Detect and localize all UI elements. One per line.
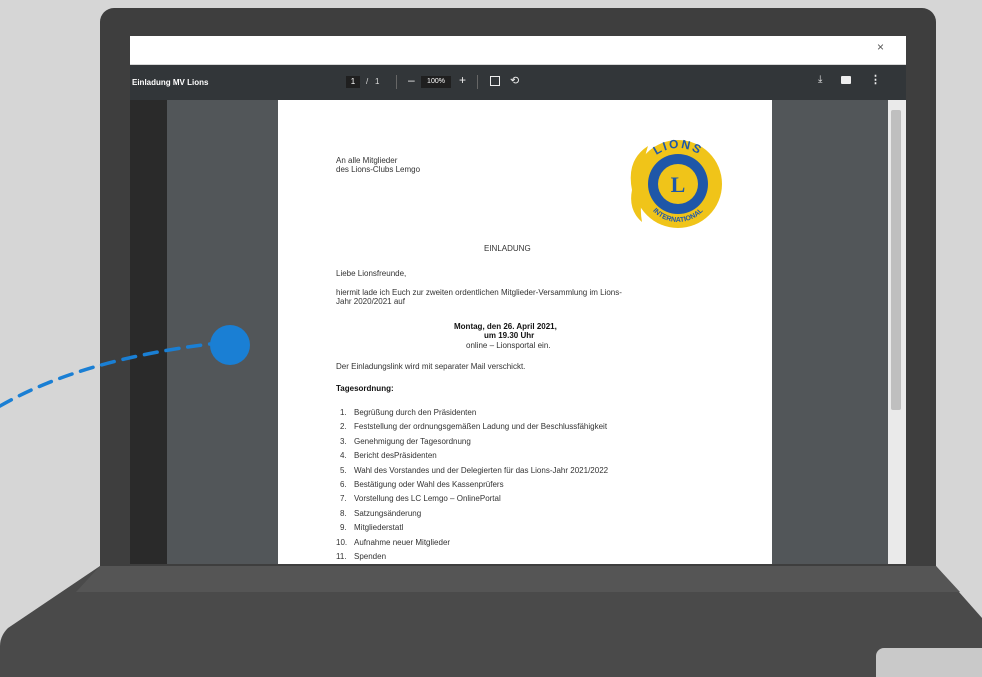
base-corner-patch — [876, 648, 982, 677]
agenda-item-number: 11. — [336, 552, 347, 561]
scrollbar-thumb[interactable] — [891, 110, 901, 410]
agenda-item-number: 4. — [340, 451, 347, 461]
agenda-item-number: 9. — [340, 523, 347, 533]
more-vert-icon[interactable]: ⋮ — [870, 73, 881, 86]
plus-icon[interactable]: + — [459, 73, 466, 87]
agenda-item-number: 7. — [340, 494, 347, 504]
agenda-title: Tagesordnung: — [336, 384, 394, 393]
zoom-level-input[interactable]: 100% — [421, 76, 451, 88]
link-note: Der Einladungslink wird mit separater Ma… — [336, 362, 526, 371]
document-title: Einladung MV Lions — [132, 78, 209, 87]
agenda-item-number: 2. — [340, 422, 347, 432]
connector-dot — [210, 325, 250, 365]
agenda-item-number: 1. — [340, 408, 347, 417]
connector-line — [0, 325, 250, 408]
close-icon[interactable]: × — [877, 40, 884, 54]
lions-logo: LIONS INTERNATIONAL L — [630, 137, 722, 228]
pdf-viewer-window: × Einladung MV Lions 1 / 1 – 100% + ⟲ ⤓ … — [130, 36, 906, 564]
toolbar-divider — [477, 75, 478, 89]
agenda-item: Begrüßung durch den Präsidenten — [354, 408, 477, 417]
page-separator: / — [366, 77, 369, 86]
agenda-item: Feststellung der ordnungsgemäßen Ladung … — [354, 422, 608, 432]
agenda-item: Aufnahme neuer Mitglieder — [354, 537, 451, 547]
agenda-item: Wahl des Vorstandes und der Delegierten … — [354, 465, 609, 475]
agenda-item: Mitgliederstatl — [354, 523, 404, 533]
pdf-page: An alle Mitglieder des Lions-Clubs Lemgo… — [278, 100, 772, 564]
agenda-item: Satzungsänderung — [354, 508, 422, 518]
rotate-icon[interactable]: ⟲ — [510, 74, 519, 87]
meeting-date: Montag, den 26. April 2021, — [454, 322, 557, 331]
print-icon[interactable] — [841, 76, 851, 84]
window-titlebar: × — [130, 36, 906, 65]
toolbar-divider — [396, 75, 397, 89]
intro-text: Jahr 2020/2021 auf — [336, 297, 405, 306]
document-heading: EINLADUNG — [484, 244, 531, 253]
agenda-item-number: 3. — [340, 436, 347, 446]
agenda-item-number: 6. — [340, 480, 347, 489]
agenda-item-number: 8. — [340, 508, 347, 518]
recipient-line: des Lions-Clubs Lemgo — [336, 165, 421, 174]
meeting-time: um 19.30 Uhr — [484, 331, 535, 340]
pdf-toolbar: Einladung MV Lions 1 / 1 – 100% + ⟲ ⤓ ⋮ — [130, 65, 906, 100]
laptop-base — [0, 566, 982, 677]
vertical-scrollbar[interactable] — [888, 100, 906, 564]
minus-icon[interactable]: – — [408, 73, 415, 87]
page-number-input[interactable]: 1 — [346, 76, 360, 88]
agenda-item: Spenden — [354, 552, 387, 561]
fit-page-icon[interactable] — [490, 76, 500, 86]
page-total: 1 — [375, 77, 380, 86]
logo-letter: L — [671, 172, 686, 197]
intro-text: hiermit lade ich Euch zur zweiten ordent… — [336, 288, 622, 297]
agenda-item: Genehmigung der Tagesordnung — [354, 436, 471, 446]
meeting-venue: online – Lionsportal ein. — [466, 341, 551, 350]
download-icon[interactable]: ⤓ — [818, 74, 822, 85]
agenda-item-number: 5. — [340, 465, 347, 475]
agenda-item: Bericht desPräsidenten — [354, 451, 437, 461]
recipient-line: An alle Mitglieder — [336, 156, 398, 165]
agenda-item-number: 10. — [336, 537, 348, 547]
agenda-item: Bestätigung oder Wahl des Kassenprüfers — [354, 480, 504, 489]
agenda-item: Vorstellung des LC Lemgo – OnlinePortal — [354, 494, 501, 504]
greeting: Liebe Lionsfreunde, — [336, 269, 407, 278]
